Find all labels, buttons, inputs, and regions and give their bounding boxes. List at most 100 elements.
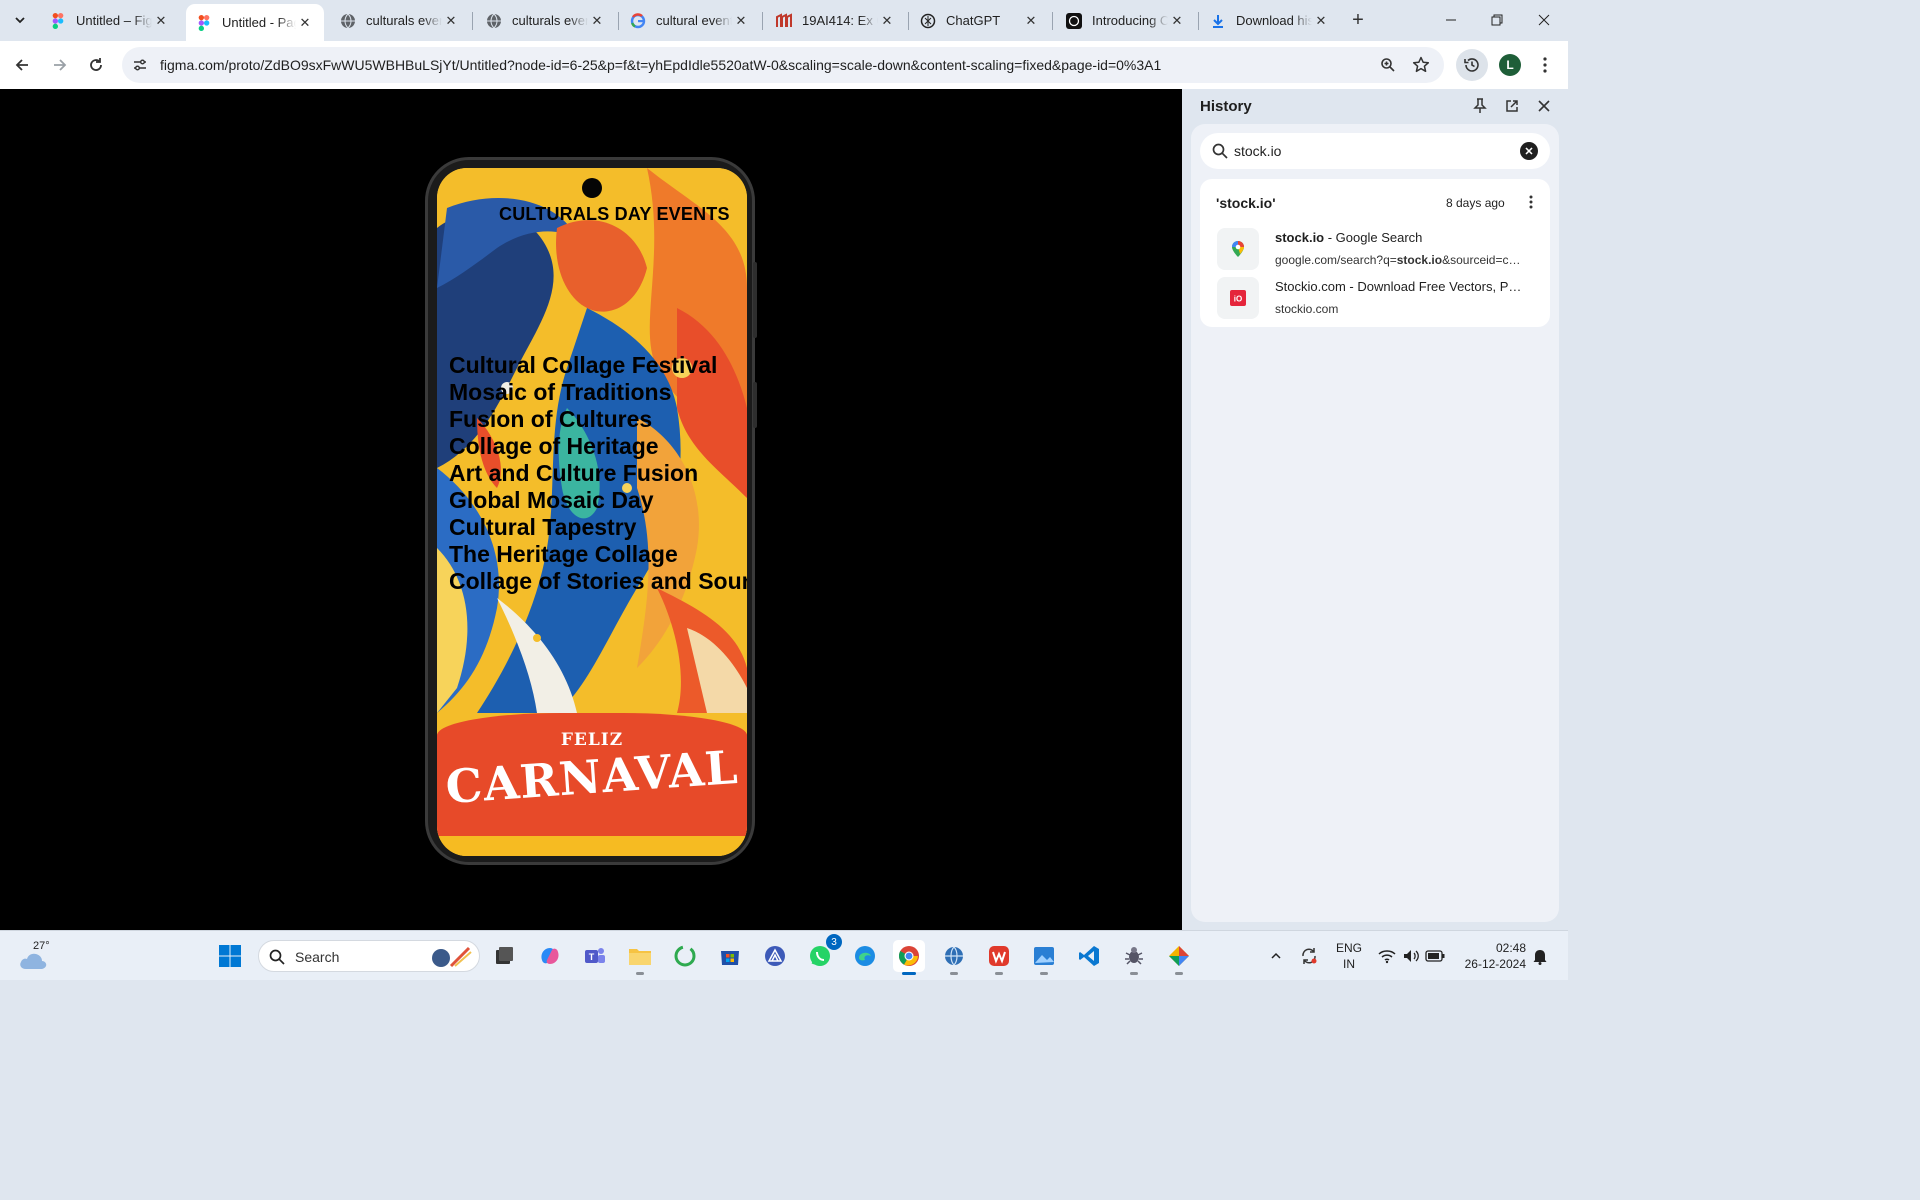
volume-icon[interactable]: [1401, 946, 1421, 966]
more-vert-icon[interactable]: [1522, 193, 1540, 211]
event-item: Cultural Tapestry: [449, 514, 637, 540]
tab-separator: [1198, 12, 1199, 30]
wifi-icon[interactable]: [1377, 946, 1397, 966]
open-in-new-tab-icon[interactable]: [1502, 96, 1522, 116]
event-item: Fusion of Cultures: [449, 406, 653, 432]
new-tab-button[interactable]: +: [1346, 8, 1370, 32]
taskbar-app-globe[interactable]: [938, 940, 970, 975]
taskbar-whatsapp[interactable]: 3: [804, 934, 842, 972]
close-icon[interactable]: ✕: [878, 12, 896, 30]
history-entry[interactable]: stock.io - Google Search google.com/sear…: [1217, 228, 1537, 272]
clear-search-icon[interactable]: ✕: [1520, 142, 1538, 160]
battery-icon[interactable]: [1425, 946, 1445, 966]
profile-avatar[interactable]: L: [1499, 54, 1521, 76]
close-icon[interactable]: ✕: [588, 12, 606, 30]
close-icon[interactable]: ✕: [732, 12, 750, 30]
tab-3[interactable]: culturals events ✕: [330, 4, 470, 37]
back-arrow-icon: [15, 59, 28, 71]
tab-7[interactable]: ChatGPT ✕: [910, 4, 1050, 37]
sync-icon[interactable]: [1299, 946, 1319, 966]
close-icon[interactable]: ✕: [1168, 12, 1186, 30]
taskbar-edge[interactable]: [849, 940, 881, 972]
taskbar-wps[interactable]: [983, 940, 1015, 975]
taskbar-app-colorful[interactable]: [1163, 940, 1195, 975]
show-hidden-icons-chevron-up-icon[interactable]: [1266, 946, 1286, 966]
site-info-icon[interactable]: [130, 55, 150, 75]
taskbar-app-bug[interactable]: [1118, 940, 1150, 975]
close-icon[interactable]: ✕: [1022, 12, 1040, 30]
running-indicator: [1130, 972, 1138, 975]
tab-5[interactable]: cultural events ✕: [620, 4, 760, 37]
tab-1[interactable]: Untitled – Figma ✕: [40, 4, 180, 37]
taskbar-search-placeholder: Search: [295, 949, 340, 965]
close-icon[interactable]: ✕: [442, 12, 460, 30]
back-button[interactable]: [8, 51, 36, 79]
tab-title: 19AI414: Ex 0: [802, 13, 878, 28]
minimize-button[interactable]: [1428, 0, 1474, 40]
reload-button[interactable]: [82, 51, 110, 79]
bookmark-star-icon[interactable]: [1411, 55, 1431, 75]
pin-icon[interactable]: [1470, 96, 1490, 116]
taskbar-task-view[interactable]: [488, 940, 520, 972]
history-entry-url: stockio.com: [1275, 302, 1339, 316]
history-search-input[interactable]: stock.io ✕: [1200, 133, 1550, 169]
photos-icon: [1034, 947, 1054, 965]
chatgpt-icon: [920, 13, 936, 29]
taskbar-app-triangle[interactable]: [759, 940, 791, 972]
close-icon: [1538, 14, 1550, 26]
taskbar-vscode[interactable]: [1073, 940, 1105, 972]
figma-icon: [196, 14, 212, 31]
history-group-time: 8 days ago: [1446, 196, 1505, 210]
tab-separator: [1052, 12, 1053, 30]
course-icon: [776, 12, 792, 29]
tab-search-button[interactable]: [8, 8, 32, 32]
tab-9[interactable]: Download his ✕: [1200, 4, 1340, 37]
taskbar-copilot[interactable]: [534, 940, 566, 972]
history-content: stock.io ✕ 'stock.io' 8 days ago stock.i…: [1191, 124, 1559, 922]
history-side-panel: History stock.io ✕ 'stock.io' 8 days ago: [1182, 89, 1568, 930]
history-entry-title: stock.io - Google Search: [1275, 230, 1525, 245]
event-item: Art and Culture Fusion: [449, 460, 699, 486]
browser-menu-button[interactable]: [1535, 55, 1555, 75]
notification-bell-icon[interactable]: [1530, 946, 1550, 966]
address-bar[interactable]: figma.com/proto/ZdBO9sxFwWU5WBHBuLSjYt/U…: [122, 47, 1444, 83]
edge-icon: [855, 946, 875, 966]
close-icon[interactable]: ✕: [1312, 12, 1330, 30]
phone-side-button: [753, 262, 757, 338]
input-language-indicator[interactable]: ENG IN: [1336, 940, 1362, 972]
taskbar-chrome[interactable]: [893, 940, 925, 975]
browser-toolbar: figma.com/proto/ZdBO9sxFwWU5WBHBuLSjYt/U…: [0, 41, 1568, 89]
tab-2-active[interactable]: Untitled - Page 1 ✕: [186, 4, 324, 41]
taskbar-app-green[interactable]: [669, 940, 701, 972]
tab-4[interactable]: culturals events ✕: [476, 4, 616, 37]
restore-button[interactable]: [1474, 0, 1520, 40]
tab-6[interactable]: 19AI414: Ex 0 ✕: [766, 4, 906, 37]
forward-button[interactable]: [46, 51, 74, 79]
tab-separator: [472, 12, 473, 30]
google-icon: [630, 12, 646, 29]
system-clock[interactable]: 02:48 26-12-2024: [1456, 940, 1526, 972]
history-entry[interactable]: iO Stockio.com - Download Free Vectors, …: [1217, 277, 1537, 321]
taskbar-file-explorer[interactable]: [624, 940, 656, 975]
close-panel-icon[interactable]: [1534, 96, 1554, 116]
windows-taskbar: 27° Search T 3 ENG IN 02:48 26-12-2024: [0, 930, 1568, 980]
temperature-text: 27°: [33, 940, 50, 952]
close-icon[interactable]: ✕: [296, 14, 314, 32]
taskbar-teams[interactable]: T: [579, 940, 611, 972]
figma-icon: [50, 12, 66, 29]
tab-strip: Untitled – Figma ✕ Untitled - Page 1 ✕ c…: [0, 0, 1568, 41]
camera-hole: [582, 178, 602, 198]
tab-title: culturals events: [512, 13, 588, 28]
taskbar-store[interactable]: [714, 940, 746, 972]
close-window-button[interactable]: [1521, 0, 1567, 40]
taskbar-search[interactable]: Search: [258, 940, 480, 972]
zoom-icon[interactable]: [1378, 55, 1398, 75]
url-post: &sourceid=chro...: [1442, 253, 1525, 267]
history-side-panel-button[interactable]: [1456, 49, 1488, 81]
history-search-value: stock.io: [1234, 143, 1282, 159]
start-button[interactable]: [214, 940, 246, 972]
poster-screen[interactable]: CULTURALS DAY EVENTS Cultural Collage Fe…: [437, 168, 747, 856]
taskbar-photos[interactable]: [1028, 940, 1060, 975]
tab-8[interactable]: Introducing C ✕: [1056, 4, 1196, 37]
close-icon[interactable]: ✕: [152, 12, 170, 30]
